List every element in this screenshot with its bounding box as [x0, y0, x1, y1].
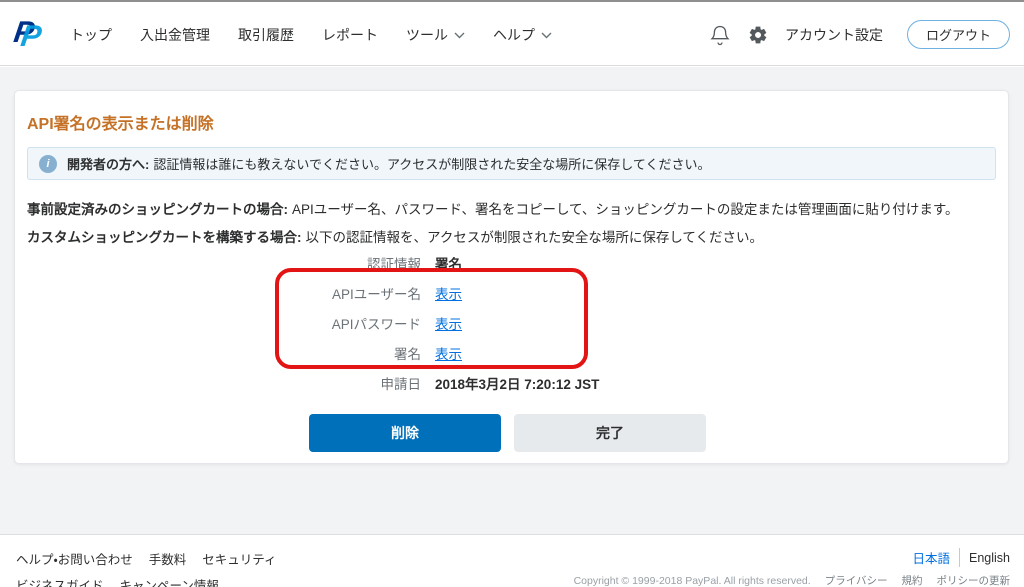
nav-item-money[interactable]: 入出金管理 — [140, 25, 210, 45]
nav-item-help[interactable]: ヘルプ — [493, 25, 552, 45]
account-settings-link[interactable]: アカウント設定 — [785, 25, 883, 45]
nav-item-activity[interactable]: 取引履歴 — [238, 25, 294, 45]
language-switcher: 日本語 English — [574, 548, 1010, 567]
footer-links-row-1: ヘルプ・お問い合わせ 手数料 セキュリティ — [16, 549, 277, 568]
show-signature-link[interactable]: 表示 — [435, 343, 462, 363]
settings-gear-icon[interactable] — [747, 24, 769, 46]
delete-button[interactable]: 削除 — [309, 414, 501, 452]
footer-links-row-2: ビジネスガイド キャンペーン情報 — [16, 575, 277, 587]
show-api-username-link[interactable]: 表示 — [435, 283, 462, 303]
instructions-preset-cart: 事前設定済みのショッピングカートの場合: APIユーザー名、パスワード、署名をコピ… — [27, 198, 996, 218]
top-nav: P P トップ 入出金管理 取引履歴 レポート ツール ヘルプ アカウント設定 … — [0, 4, 1024, 66]
credentials-header-value: 署名 — [435, 257, 462, 272]
nav-item-label: ツール — [406, 26, 448, 43]
page: P P トップ 入出金管理 取引履歴 レポート ツール ヘルプ アカウント設定 … — [0, 0, 1024, 587]
nav-menu: トップ 入出金管理 取引履歴 レポート ツール ヘルプ — [70, 25, 552, 45]
instructions-body: APIユーザー名、パスワード、署名をコピーして、ショッピングカートの設定または管… — [292, 202, 959, 217]
nav-item-label: レポート — [322, 26, 378, 43]
notice-lead: 開発者の方へ: — [67, 157, 150, 172]
info-icon: i — [39, 154, 57, 173]
action-buttons: 削除 完了 — [309, 414, 706, 452]
nav-item-reports[interactable]: レポート — [322, 25, 378, 45]
nav-item-label: 入出金管理 — [140, 26, 210, 43]
nav-item-label: ヘルプ — [493, 26, 535, 43]
request-date-label: 申請日 — [380, 377, 422, 392]
footer-links: ヘルプ・お問い合わせ 手数料 セキュリティ ビジネスガイド キャンペーン情報 — [16, 549, 277, 587]
nav-right: アカウント設定 ログアウト — [709, 20, 1010, 49]
chevron-down-icon — [541, 32, 552, 39]
instructions-lead: カスタムショッピングカートを構築する場合: — [27, 230, 302, 245]
credentials-header-label: 認証情報 — [367, 257, 421, 272]
table-row: 表示 — [435, 308, 998, 338]
content-background: API署名の表示または削除 i 開発者の方へ: 認証情報は誰にも教えないでください… — [0, 67, 1024, 534]
show-api-password-link[interactable]: 表示 — [435, 313, 462, 333]
logout-button[interactable]: ログアウト — [906, 20, 1010, 49]
nav-item-top[interactable]: トップ — [70, 25, 112, 45]
instructions-body: 以下の認証情報を、アクセスが制限された安全な場所に保存してください。 — [305, 230, 764, 245]
footer-link-policy-updates[interactable]: ポリシーの更新 — [937, 573, 1011, 587]
instructions-custom-cart: カスタムショッピングカートを構築する場合: 以下の認証情報を、アクセスが制限された… — [27, 226, 996, 246]
footer-link-help[interactable]: ヘルプ・お問い合わせ — [16, 549, 133, 568]
nav-item-label: トップ — [70, 26, 112, 43]
footer-link-fees[interactable]: 手数料 — [149, 549, 187, 568]
developer-notice-banner: i 開発者の方へ: 認証情報は誰にも教えないでください。アクセスが制限された安全な… — [27, 147, 996, 180]
language-japanese-link[interactable]: 日本語 — [912, 548, 960, 567]
instructions-lead: 事前設定済みのショッピングカートの場合: — [27, 202, 288, 217]
copyright-text: Copyright © 1999-2018 PayPal. All rights… — [573, 574, 811, 587]
legal-row: Copyright © 1999-2018 PayPal. All rights… — [574, 573, 1010, 587]
footer-link-security[interactable]: セキュリティ — [202, 549, 276, 568]
done-button[interactable]: 完了 — [514, 414, 706, 452]
credentials-table: 認証情報 署名 APIユーザー名 表示 APIパスワード 表示 署名 表示 申請… — [27, 248, 998, 398]
nav-item-tools[interactable]: ツール — [406, 25, 465, 45]
notice-text: 開発者の方へ: 認証情報は誰にも教えないでください。アクセスが制限された安全な場所… — [67, 154, 711, 173]
api-username-label: APIユーザー名 — [332, 287, 421, 302]
api-signature-card: API署名の表示または削除 i 開発者の方へ: 認証情報は誰にも教えないでください… — [14, 90, 1009, 464]
paypal-logo-front-p: P — [18, 19, 44, 53]
signature-label: 署名 — [394, 347, 421, 362]
notifications-bell-icon[interactable] — [709, 24, 731, 46]
footer-link-terms[interactable]: 規約 — [902, 573, 923, 587]
request-date-value: 2018年3月2日 7:20:12 JST — [435, 377, 600, 392]
nav-item-label: 取引履歴 — [238, 26, 294, 43]
table-row: 表示 — [435, 338, 998, 368]
api-password-label: APIパスワード — [331, 317, 421, 332]
paypal-logo[interactable]: P P — [12, 16, 48, 54]
chevron-down-icon — [454, 32, 465, 39]
language-english-link[interactable]: English — [960, 551, 1010, 565]
footer-link-privacy[interactable]: プライバシー — [825, 573, 888, 587]
notice-body: 認証情報は誰にも教えないでください。アクセスが制限された安全な場所に保存してくだ… — [153, 157, 711, 172]
page-title: API署名の表示または削除 — [27, 116, 214, 133]
footer-right: 日本語 English Copyright © 1999-2018 PayPal… — [574, 548, 1010, 587]
footer: ヘルプ・お問い合わせ 手数料 セキュリティ ビジネスガイド キャンペーン情報 日… — [0, 534, 1024, 587]
footer-link-business-guide[interactable]: ビジネスガイド — [16, 575, 104, 587]
footer-link-campaign-info[interactable]: キャンペーン情報 — [120, 575, 219, 587]
table-row: 表示 — [435, 278, 998, 308]
